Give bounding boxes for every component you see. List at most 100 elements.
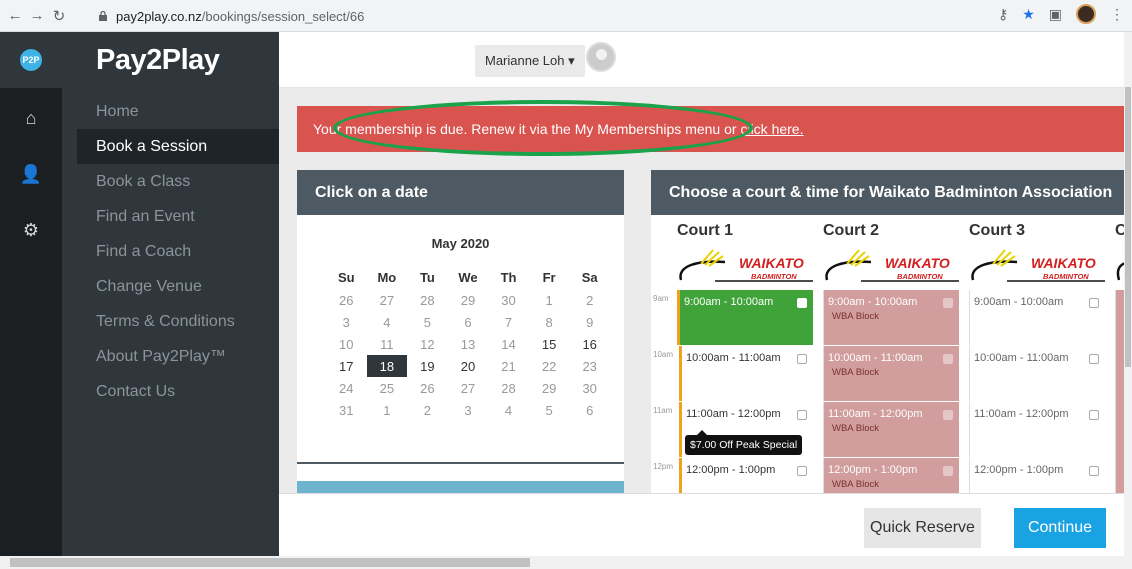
horizontal-scrollbar[interactable] [0, 556, 1132, 569]
calendar-day[interactable]: 15 [529, 333, 570, 355]
court-3-slot[interactable]: 9:00am - 10:00am [969, 290, 1105, 345]
checkbox-checked[interactable] [797, 298, 807, 308]
vertical-scrollbar[interactable] [1124, 32, 1132, 556]
calendar-day[interactable]: 25 [367, 377, 408, 399]
checkbox[interactable] [1089, 298, 1099, 308]
user-icon[interactable]: 👤 [0, 148, 62, 200]
price-tooltip: $7.00 Off Peak Special [685, 430, 803, 455]
court-4-slots-partial [1115, 290, 1124, 493]
court-3-slot[interactable]: 10:00am - 11:00am [969, 346, 1105, 401]
calendar-day[interactable]: 21 [488, 355, 529, 377]
checkbox[interactable] [797, 466, 807, 476]
calendar-day: 12 [420, 336, 435, 352]
sidebar-item-book-session[interactable]: Book a Session [77, 129, 279, 164]
weekday: Sa [581, 269, 598, 285]
hour-label: 9am [653, 294, 669, 303]
checkbox[interactable] [1089, 354, 1099, 364]
sidebar-item-change-venue[interactable]: Change Venue [77, 269, 279, 304]
logo-text: WAIKATO [739, 255, 804, 271]
slot-note: WBA Block [832, 479, 879, 490]
bookmark-star-icon[interactable]: ★ [1022, 6, 1035, 23]
checkbox[interactable] [797, 410, 807, 420]
sidebar-item-find-event[interactable]: Find an Event [77, 199, 279, 234]
avatar[interactable] [586, 42, 616, 72]
court-1-slot[interactable]: 12:00pm - 1:00pm [679, 458, 813, 493]
calendar-day[interactable]: 26 [407, 377, 448, 399]
sidebar-item-find-coach[interactable]: Find a Coach [77, 234, 279, 269]
url-host: pay2play.co.nz [116, 8, 202, 24]
calendar-day-selected[interactable]: 18 [366, 355, 408, 377]
waikato-badminton-logo: WAIKATO BADMINTON [825, 249, 959, 282]
gear-icon[interactable]: ⚙ [0, 204, 62, 256]
top-bar: Marianne Loh ▾ [279, 32, 1124, 88]
court-2-slot-blocked: 12:00pm - 1:00pm WBA Block [823, 458, 959, 493]
checkbox-disabled [943, 354, 953, 364]
logo-text: WAIKATO [1031, 255, 1096, 271]
court-1-slot[interactable]: 10:00am - 11:00am [679, 346, 813, 401]
scroll-thumb[interactable] [10, 558, 530, 567]
icon-bar: P2P ⌂ 👤 ⚙ [0, 32, 62, 556]
checkbox[interactable] [1089, 466, 1099, 476]
forward-icon[interactable]: → [26, 7, 48, 24]
calendar-day[interactable]: 20 [448, 355, 489, 377]
reload-icon[interactable]: ↻ [48, 7, 70, 25]
hour-label: 11am [653, 406, 673, 415]
calendar-day[interactable]: 24 [326, 377, 367, 399]
slot-time: 12:00pm - 1:00pm [974, 464, 1064, 476]
profile-avatar[interactable] [1076, 4, 1096, 24]
weekday: We [458, 269, 478, 285]
calendar-day[interactable]: 23 [569, 355, 610, 377]
sidebar-item-terms[interactable]: Terms & Conditions [77, 304, 279, 339]
checkbox-disabled [943, 298, 953, 308]
court-2-slot-blocked: 9:00am - 10:00am WBA Block [823, 290, 959, 345]
calendar-day[interactable]: 29 [529, 377, 570, 399]
calendar-day[interactable]: 28 [488, 377, 529, 399]
scroll-thumb[interactable] [1125, 87, 1131, 367]
url-path: /bookings/session_select/66 [201, 8, 365, 24]
calendar-day: 28 [420, 292, 435, 308]
calendar-day: 5 [545, 402, 553, 418]
weekday: Th [500, 269, 517, 285]
checkbox-disabled [943, 410, 953, 420]
slot-time: 9:00am - 10:00am [974, 296, 1064, 308]
address-bar[interactable]: pay2play.co.nz/bookings/session_select/6… [98, 5, 982, 27]
key-icon[interactable]: ⚷ [998, 6, 1008, 23]
continue-button[interactable]: Continue [1014, 508, 1106, 548]
checkbox[interactable] [797, 354, 807, 364]
calendar-day[interactable]: 31 [326, 399, 367, 421]
home-icon[interactable]: ⌂ [0, 92, 62, 144]
sidebar-item-contact[interactable]: Contact Us [77, 374, 279, 409]
calendar-day[interactable]: 22 [529, 355, 570, 377]
weekday: Fr [542, 269, 556, 285]
court-3-slot[interactable]: 11:00am - 12:00pm [969, 402, 1105, 457]
calendar-day[interactable]: 16 [569, 333, 610, 355]
sidebar-item-home[interactable]: Home [77, 94, 279, 129]
slot-time: 11:00am - 12:00pm [828, 408, 923, 420]
back-icon[interactable]: ← [4, 7, 26, 24]
calendar-day: 26 [339, 292, 354, 308]
calendar-day[interactable]: 30 [569, 377, 610, 399]
court-3-name: Court 3 [969, 222, 1025, 239]
court-3-slot[interactable]: 12:00pm - 1:00pm [969, 458, 1105, 493]
slot-time: 9:00am - 10:00am [684, 296, 774, 308]
user-menu-button[interactable]: Marianne Loh ▾ [475, 45, 585, 77]
calendar-day[interactable]: 17 [326, 355, 367, 377]
checkbox[interactable] [1089, 410, 1099, 420]
calendar-day: 9 [586, 314, 594, 330]
slot-time: 10:00am - 11:00am [828, 352, 923, 364]
sidebar-item-about[interactable]: About Pay2Play™ [77, 339, 279, 374]
calendar-day[interactable]: 19 [407, 355, 448, 377]
sidebar-item-book-class[interactable]: Book a Class [77, 164, 279, 199]
calendar-day[interactable]: 27 [448, 377, 489, 399]
court-4-name: C [1115, 222, 1124, 239]
app-logo[interactable]: P2P [0, 32, 62, 88]
court-1-slot-selected[interactable]: 9:00am - 10:00am [677, 290, 813, 345]
menu-dots-icon[interactable]: ⋮ [1110, 6, 1124, 23]
courts-header: Choose a court & time for Waikato Badmin… [651, 170, 1124, 215]
section-header-partial [297, 481, 624, 493]
quick-reserve-button[interactable]: Quick Reserve [864, 508, 981, 548]
calendar-day: 1 [383, 402, 391, 418]
lock-icon [99, 11, 107, 21]
calendar-day: 3 [464, 402, 472, 418]
extension-icon[interactable]: ▣ [1049, 6, 1062, 23]
